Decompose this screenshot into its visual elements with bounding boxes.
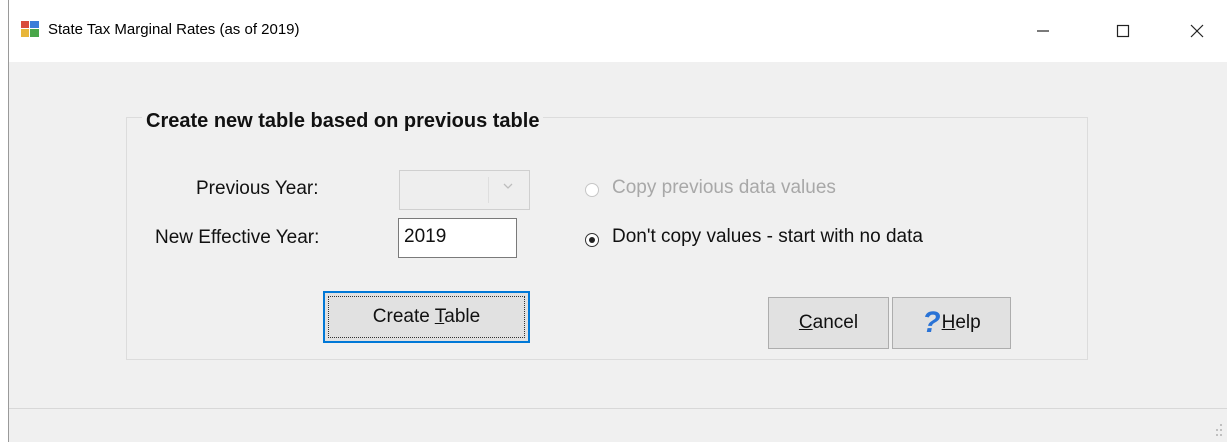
close-icon xyxy=(1190,24,1204,38)
chevron-down-icon xyxy=(503,183,513,189)
app-icon xyxy=(21,21,39,37)
copy-values-label: Copy previous data values xyxy=(612,177,836,198)
no-copy-radio[interactable] xyxy=(585,233,599,247)
help-label: Help xyxy=(941,312,981,333)
new-effective-year-input[interactable]: 2019 xyxy=(398,218,517,258)
help-icon: ? xyxy=(922,306,941,339)
cancel-label: Cancel xyxy=(798,312,859,333)
focus-rectangle xyxy=(328,296,525,338)
window-title: State Tax Marginal Rates (as of 2019) xyxy=(48,21,300,38)
minimize-icon xyxy=(1037,30,1049,32)
groupbox-title: Create new table based on previous table xyxy=(142,110,544,133)
dialog-window: State Tax Marginal Rates (as of 2019) Cr… xyxy=(8,0,1227,442)
close-button[interactable] xyxy=(1167,10,1227,52)
create-table-button[interactable]: Create Table xyxy=(323,291,530,343)
status-bar-divider xyxy=(9,408,1227,409)
combo-separator xyxy=(488,177,489,203)
cancel-button[interactable]: Cancel xyxy=(768,297,889,349)
resize-grip-icon[interactable] xyxy=(1213,422,1223,438)
title-bar[interactable]: State Tax Marginal Rates (as of 2019) xyxy=(9,0,1227,62)
previous-year-label: Previous Year: xyxy=(196,178,319,199)
new-effective-year-label: New Effective Year: xyxy=(155,227,320,248)
maximize-button[interactable] xyxy=(1093,10,1153,52)
previous-year-combobox[interactable] xyxy=(399,170,530,210)
help-button[interactable]: ? Help xyxy=(892,297,1011,349)
no-copy-label[interactable]: Don't copy values - start with no data xyxy=(612,226,923,248)
maximize-icon xyxy=(1116,24,1130,38)
minimize-button[interactable] xyxy=(1013,10,1073,52)
copy-values-radio xyxy=(585,183,599,197)
